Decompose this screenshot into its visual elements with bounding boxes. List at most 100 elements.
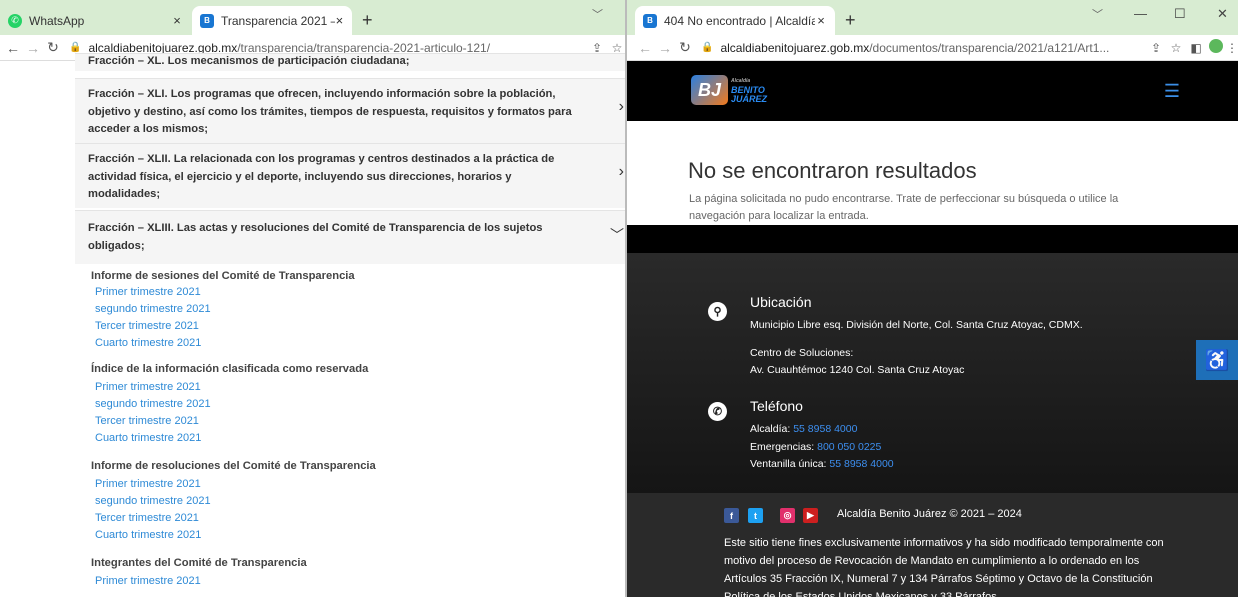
chevron-down-icon: ﹀ bbox=[610, 227, 624, 243]
tab-search-chevron-icon[interactable]: ﹀ bbox=[592, 6, 603, 22]
site-logo[interactable]: BJ Alcaldía BENITO JUÁREZ bbox=[691, 75, 767, 105]
tab-title: WhatsApp bbox=[29, 13, 85, 28]
close-icon[interactable]: × bbox=[335, 13, 344, 28]
lock-icon: 🔒 bbox=[701, 42, 714, 53]
document-link[interactable]: segundo trimestre 2021 bbox=[95, 303, 211, 315]
accordion-xli[interactable]: Fracción – XLI. Los programas que ofrece… bbox=[75, 78, 627, 143]
telefono-heading: Teléfono bbox=[750, 398, 803, 414]
document-link[interactable]: segundo trimestre 2021 bbox=[95, 398, 211, 410]
phone-label: Ventanilla única: bbox=[750, 458, 827, 470]
bj-logo-mark: BJ bbox=[691, 75, 728, 105]
logo-text: Alcaldía BENITO JUÁREZ bbox=[731, 77, 767, 104]
document-link[interactable]: Primer trimestre 2021 bbox=[95, 478, 201, 490]
tab-search-chevron-icon[interactable]: ﹀ bbox=[1092, 6, 1103, 22]
section-heading: Informe de sesiones del Comité de Transp… bbox=[91, 270, 355, 282]
disclaimer-text: Este sitio tiene fines exclusivamente in… bbox=[724, 537, 1164, 597]
lock-icon: 🔒 bbox=[69, 42, 82, 53]
accordion-xliii[interactable]: Fracción – XLIII. Las actas y resolucion… bbox=[75, 210, 627, 264]
youtube-icon[interactable]: ▶ bbox=[803, 508, 818, 523]
tab-title: 404 No encontrado | Alcaldía Ben bbox=[664, 13, 816, 28]
address-bar: ← → ↻ 🔒 alcaldiabenitojuarez.gob.mx/docu… bbox=[627, 35, 1238, 61]
instagram-icon[interactable]: ◎ bbox=[780, 508, 795, 523]
url-host: alcaldiabenitojuarez.gob.mx bbox=[720, 40, 870, 55]
close-window-icon[interactable]: ✕ bbox=[1217, 6, 1228, 22]
page-content: Fracción – XL. Los mecanismos de partici… bbox=[0, 53, 627, 597]
close-icon[interactable]: × bbox=[815, 13, 827, 28]
menu-kebab-icon[interactable]: ⋮ bbox=[1226, 41, 1238, 55]
chevron-right-icon: › bbox=[618, 98, 624, 115]
section-heading: Informe de resoluciones del Comité de Tr… bbox=[91, 460, 376, 472]
not-found-section: No se encontraron resultados La página s… bbox=[627, 121, 1238, 225]
phone-link[interactable]: 800 050 0225 bbox=[817, 441, 881, 453]
accordion-xlii[interactable]: Fracción – XLII. La relacionada con los … bbox=[75, 143, 627, 208]
new-tab-button[interactable]: + bbox=[352, 6, 383, 35]
url-path: /documentos/transparencia/2021/a121/Art1… bbox=[869, 40, 1110, 55]
close-icon[interactable]: × bbox=[170, 13, 184, 28]
location-pin-icon: ⚲ bbox=[708, 302, 727, 321]
site-header: BJ Alcaldía BENITO JUÁREZ ☰ bbox=[627, 61, 1238, 121]
tab-whatsapp[interactable]: ✆ WhatsApp × bbox=[0, 6, 192, 35]
accordion-title: Fracción – XLI. Los programas que ofrece… bbox=[88, 88, 572, 135]
accessibility-icon[interactable]: ♿ bbox=[1196, 340, 1238, 380]
minimize-icon[interactable]: — bbox=[1134, 6, 1147, 21]
whatsapp-icon: ✆ bbox=[8, 13, 22, 28]
phone-link[interactable]: 55 8958 4000 bbox=[793, 423, 857, 435]
tab-title: Transparencia 2021 – Artículo 12 bbox=[221, 13, 335, 28]
address-line: Municipio Libre esq. División del Norte,… bbox=[750, 319, 1083, 331]
document-link[interactable]: Cuarto trimestre 2021 bbox=[95, 337, 201, 349]
window-divider bbox=[625, 0, 627, 597]
sidepanel-icon[interactable]: ◧ bbox=[1186, 41, 1206, 55]
tab-transparencia[interactable]: B Transparencia 2021 – Artículo 12 × bbox=[192, 6, 352, 35]
black-band bbox=[627, 225, 1238, 253]
back-arrow-icon[interactable]: ← bbox=[3, 40, 23, 56]
profile-avatar-icon[interactable] bbox=[1206, 39, 1226, 56]
phone-link[interactable]: 55 8958 4000 bbox=[829, 458, 893, 470]
forward-arrow-icon[interactable]: → bbox=[655, 40, 675, 56]
tab-bar: ✆ WhatsApp × B Transparencia 2021 – Artí… bbox=[0, 0, 627, 35]
maximize-icon[interactable]: ☐ bbox=[1174, 6, 1186, 22]
facebook-icon[interactable]: f bbox=[724, 508, 739, 523]
phone-row: Ventanilla única: 55 8958 4000 bbox=[750, 458, 894, 470]
document-link[interactable]: Primer trimestre 2021 bbox=[95, 381, 201, 393]
accordion-body: Informe de sesiones del Comité de Transp… bbox=[75, 264, 627, 597]
reload-icon[interactable]: ↻ bbox=[43, 39, 63, 56]
right-browser-window: B 404 No encontrado | Alcaldía Ben × + ﹀… bbox=[627, 0, 1238, 597]
page-title: No se encontraron resultados bbox=[688, 158, 977, 183]
document-link[interactable]: Primer trimestre 2021 bbox=[95, 286, 201, 298]
reload-icon[interactable]: ↻ bbox=[675, 39, 695, 56]
url-field[interactable]: 🔒 alcaldiabenitojuarez.gob.mx/documentos… bbox=[701, 41, 1140, 55]
not-found-message: La página solicitada no pudo encontrarse… bbox=[689, 193, 1119, 222]
document-link[interactable]: Primer trimestre 2021 bbox=[95, 575, 201, 587]
section-heading: Índice de la información clasificada com… bbox=[91, 363, 369, 375]
centro-address: Av. Cuauhtémoc 1240 Col. Santa Cruz Atoy… bbox=[750, 364, 965, 376]
document-link[interactable]: Cuarto trimestre 2021 bbox=[95, 529, 201, 541]
tab-404[interactable]: B 404 No encontrado | Alcaldía Ben × bbox=[635, 6, 835, 35]
bookmark-star-icon[interactable]: ☆ bbox=[1166, 41, 1186, 55]
footer-copyright: f t ◎ ▶ Alcaldía Benito Juárez © 2021 – … bbox=[627, 493, 1238, 597]
phone-label: Alcaldía: bbox=[750, 423, 791, 435]
bj-favicon: B bbox=[200, 13, 214, 28]
copyright-text: Alcaldía Benito Juárez © 2021 – 2024 bbox=[837, 508, 1022, 520]
logo-line2: JUÁREZ bbox=[731, 93, 768, 104]
document-link[interactable]: Cuarto trimestre 2021 bbox=[95, 432, 201, 444]
accordion-xl[interactable]: Fracción – XL. Los mecanismos de partici… bbox=[75, 53, 627, 71]
share-icon[interactable]: ⇪ bbox=[1146, 41, 1166, 55]
twitter-icon[interactable]: t bbox=[748, 508, 763, 523]
phone-label: Emergencias: bbox=[750, 441, 815, 453]
tab-bar: B 404 No encontrado | Alcaldía Ben × + ﹀… bbox=[627, 0, 1238, 35]
ubicacion-heading: Ubicación bbox=[750, 294, 812, 310]
forward-arrow-icon[interactable]: → bbox=[23, 40, 43, 56]
back-arrow-icon[interactable]: ← bbox=[635, 40, 655, 56]
new-tab-button[interactable]: + bbox=[835, 6, 866, 35]
accordion-title: Fracción – XLII. La relacionada con los … bbox=[88, 153, 555, 200]
section-heading: Integrantes del Comité de Transparencia bbox=[91, 557, 307, 569]
left-browser-window: ✆ WhatsApp × B Transparencia 2021 – Artí… bbox=[0, 0, 627, 597]
document-link[interactable]: Tercer trimestre 2021 bbox=[95, 320, 199, 332]
bj-favicon: B bbox=[643, 13, 657, 28]
document-link[interactable]: segundo trimestre 2021 bbox=[95, 495, 211, 507]
hamburger-menu-icon[interactable]: ☰ bbox=[1164, 81, 1180, 102]
accordion-title: Fracción – XL. Los mecanismos de partici… bbox=[88, 55, 410, 67]
document-link[interactable]: Tercer trimestre 2021 bbox=[95, 512, 199, 524]
document-link[interactable]: Tercer trimestre 2021 bbox=[95, 415, 199, 427]
accordion-title: Fracción – XLIII. Las actas y resolucion… bbox=[88, 222, 543, 252]
